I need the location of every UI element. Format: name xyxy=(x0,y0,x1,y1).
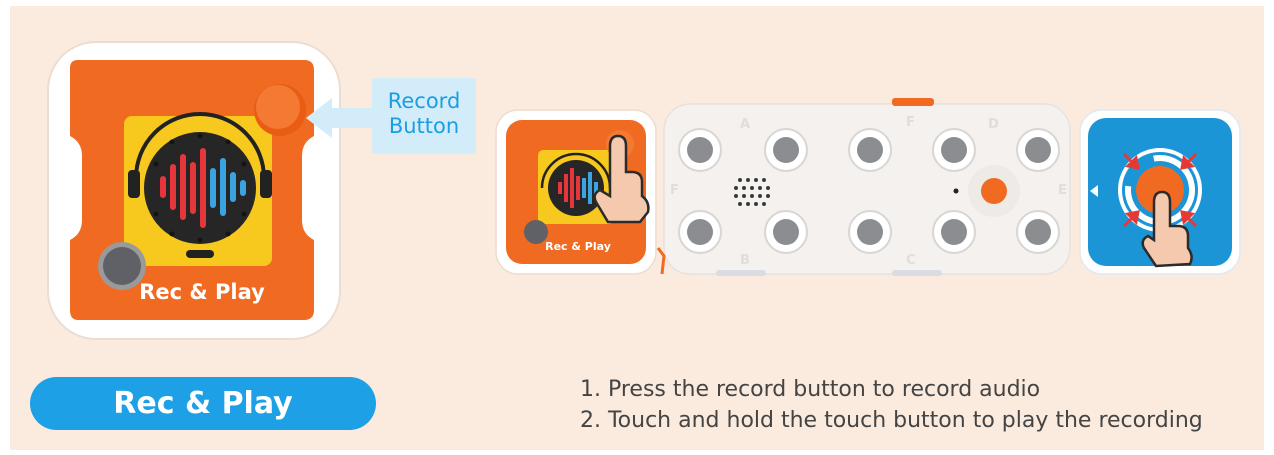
board-letter-b: B xyxy=(740,253,750,268)
callout-arrow-icon xyxy=(306,98,376,138)
headphone-right-icon xyxy=(260,170,272,198)
board-button-icon xyxy=(981,178,1007,204)
module-title-pill: Rec & Play xyxy=(30,377,376,430)
instruction-1: 1. Press the record button to record aud… xyxy=(580,377,1041,402)
callout-line-2: Button xyxy=(388,114,460,138)
device-label: Rec & Play xyxy=(139,280,265,304)
board-letter-c: C xyxy=(906,253,916,268)
board-letter-d: D xyxy=(988,117,999,132)
small-device-label: Rec & Play xyxy=(545,240,611,253)
instruction-2: 2. Touch and hold the touch button to pl… xyxy=(580,408,1203,433)
diagram-stage: Rec & Play Record Button Rec & Play A F … xyxy=(0,0,1274,455)
headphone-left-icon xyxy=(128,170,140,198)
callout-line-1: Record xyxy=(387,89,461,113)
assembly-illustration: Rec & Play A F D F B C E xyxy=(495,98,1241,276)
board-letter-e: E xyxy=(1058,183,1067,198)
rec-play-module: Rec & Play xyxy=(47,41,341,340)
module-title: Rec & Play xyxy=(113,386,293,421)
main-board: A F D F B C E xyxy=(656,98,1071,276)
instructions: 1. Press the record button to record aud… xyxy=(580,374,1260,436)
board-letter-f-top: F xyxy=(906,115,915,130)
board-letter-a: A xyxy=(740,117,750,132)
touch-module xyxy=(1079,109,1241,275)
record-button-callout: Record Button xyxy=(372,78,476,154)
board-letter-f-left: F xyxy=(670,183,679,198)
mic-grille-icon xyxy=(186,250,214,258)
